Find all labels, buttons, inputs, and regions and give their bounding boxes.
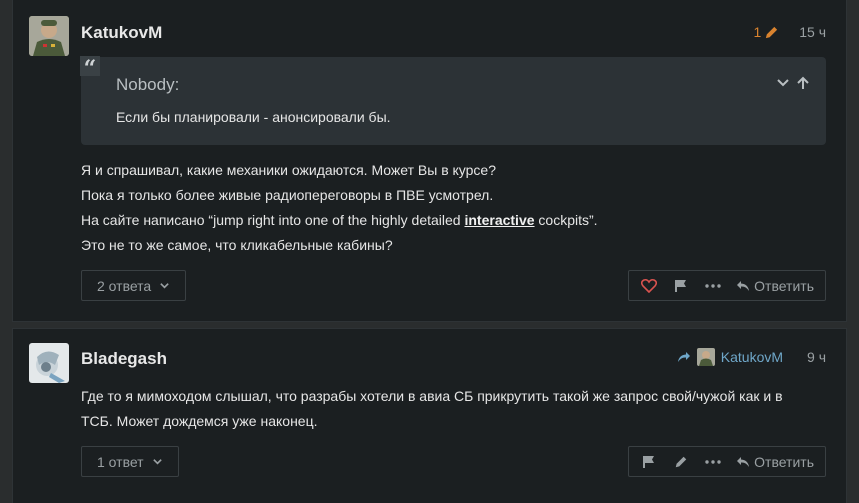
interactive-link[interactable]: interactive — [464, 212, 534, 228]
more-button[interactable] — [697, 271, 729, 300]
quote-controls — [776, 76, 810, 90]
post-katukovm: KatukovM 1 15 ч “ Nobody: Если бы планир… — [12, 0, 847, 322]
avatar[interactable] — [29, 343, 69, 383]
post-body-line: Я и спрашивал, какие механики ожидаются.… — [81, 162, 497, 178]
reply-button[interactable]: Ответить — [729, 447, 821, 476]
replies-label: 1 ответ — [97, 453, 144, 470]
pencil-icon — [675, 456, 687, 467]
chevron-down-icon — [152, 459, 162, 465]
flag-button[interactable] — [633, 447, 665, 476]
reply-to[interactable]: KatukovM 9 ч — [677, 348, 826, 366]
heart-icon — [641, 278, 658, 293]
post-actions: Ответить — [628, 446, 826, 477]
post-time[interactable]: 9 ч — [807, 349, 826, 365]
post-body-line: Пока я только более живые радиопереговор… — [81, 187, 494, 203]
quote-mark-icon: “ — [80, 56, 100, 82]
share-arrow-icon — [677, 352, 690, 362]
edit-button[interactable] — [665, 447, 697, 476]
post-meta: 1 15 ч — [753, 24, 826, 40]
edit-count[interactable]: 1 — [753, 24, 779, 40]
post-body: Где то я мимоходом слышал, что разрабы х… — [81, 384, 783, 434]
reply-button[interactable]: Ответить — [729, 271, 821, 300]
arrow-up-icon[interactable] — [796, 76, 810, 90]
flag-icon — [675, 279, 687, 292]
chevron-down-icon[interactable] — [776, 76, 790, 90]
more-button[interactable] — [697, 447, 729, 476]
reply-label: Ответить — [754, 277, 814, 294]
username[interactable]: Bladegash — [81, 349, 167, 369]
post-body: Я и спрашивал, какие механики ожидаются.… — [81, 158, 598, 258]
more-icon — [705, 459, 721, 464]
edit-count-number: 1 — [753, 24, 762, 40]
quote-text: Если бы планировали - анонсировали бы. — [116, 109, 391, 125]
reply-label: Ответить — [754, 453, 814, 470]
post-body-line: Где то я мимоходом слышал, что разрабы х… — [81, 388, 783, 404]
username[interactable]: KatukovM — [81, 23, 162, 43]
replies-label: 2 ответа — [97, 277, 152, 294]
post-body-line: ТСБ. Может дождемся уже наконец. — [81, 413, 318, 429]
reply-to-avatar — [696, 348, 715, 366]
reply-icon — [737, 456, 750, 467]
post-body-text: cockpits”. — [534, 212, 598, 228]
like-button[interactable] — [633, 271, 665, 300]
post-body-line: На сайте написано “jump right into one o… — [81, 208, 598, 233]
show-replies-button[interactable]: 1 ответ — [81, 446, 179, 477]
flag-icon — [643, 455, 655, 468]
post-actions: Ответить — [628, 270, 826, 301]
pencil-icon — [766, 26, 778, 38]
reply-icon — [737, 280, 750, 291]
more-icon — [705, 283, 721, 288]
show-replies-button[interactable]: 2 ответа — [81, 270, 187, 301]
post-bladegash: Bladegash KatukovM 9 ч Где то я мимоходо… — [12, 328, 847, 503]
reply-to-name: KatukovM — [720, 349, 784, 365]
post-time[interactable]: 15 ч — [799, 24, 826, 40]
quote-block: “ Nobody: Если бы планировали - анонсиро… — [80, 56, 826, 145]
post-body-text: На сайте написано “jump right into one o… — [81, 212, 465, 228]
post-body-line: Это не то же самое, что кликабельные каб… — [81, 237, 393, 253]
quote-author[interactable]: Nobody: — [116, 75, 179, 95]
chevron-down-icon — [160, 283, 169, 289]
flag-button[interactable] — [665, 271, 697, 300]
avatar[interactable] — [29, 16, 69, 56]
